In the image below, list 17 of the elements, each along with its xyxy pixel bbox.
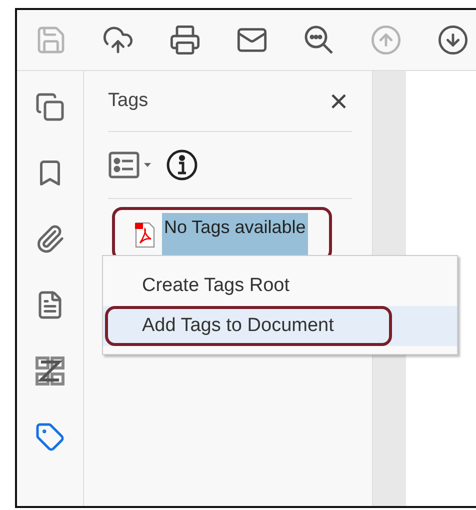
pages-icon (35, 92, 65, 122)
list-icon (108, 151, 152, 179)
options-menu-button[interactable] (108, 151, 152, 179)
order-icon (35, 356, 65, 386)
info-button[interactable] (166, 149, 198, 181)
close-button[interactable]: × (325, 85, 352, 117)
tree-item[interactable]: No Tags available (162, 213, 308, 256)
menu-item[interactable]: Create Tags Root (103, 266, 457, 306)
info-icon (166, 149, 198, 181)
search-icon (303, 24, 335, 56)
print-icon (169, 24, 201, 56)
paperclip-icon (35, 224, 65, 254)
menu-item[interactable]: Add Tags to Document (103, 306, 457, 346)
cloud-upload-icon (102, 24, 134, 56)
tag-icon (35, 422, 65, 452)
panel-title: Tags (108, 90, 148, 112)
pdf-file-icon (134, 222, 156, 248)
